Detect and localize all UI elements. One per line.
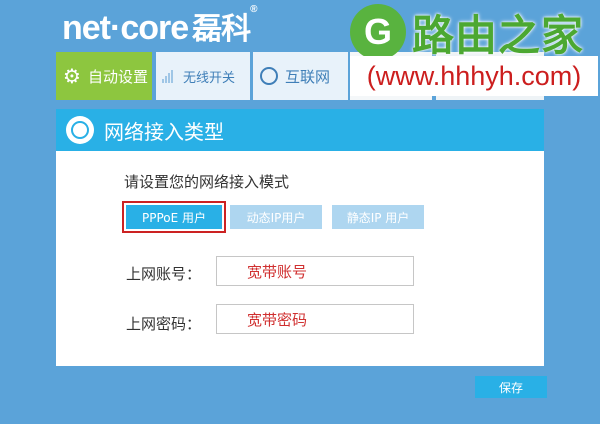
- watermark: G 路由之家 (www.hhhyh.com): [348, 0, 600, 108]
- account-value: 宽带账号: [247, 262, 308, 281]
- account-label: 上网账号：: [126, 265, 202, 283]
- pppoe-mode-button[interactable]: PPPoE 用户: [122, 201, 226, 233]
- gear-icon: ⚙: [63, 64, 81, 88]
- globe-icon: [260, 67, 278, 85]
- signal-icon: [162, 69, 178, 83]
- watermark-url: (www.hhhyh.com): [350, 56, 598, 96]
- brand-cn-name: 磊科: [192, 13, 251, 46]
- registered-mark: ®: [250, 4, 257, 15]
- brand-name: net·core: [62, 9, 189, 47]
- tab-wireless-switch[interactable]: 无线开关: [156, 52, 250, 100]
- tab-auto-setup-label: 自动设置: [88, 67, 149, 86]
- password-value: 宽带密码: [247, 310, 308, 329]
- save-button[interactable]: 保存: [475, 376, 547, 398]
- panel-title: 网络接入类型: [104, 119, 224, 144]
- static-ip-mode-button[interactable]: 静态IP 用户: [332, 205, 424, 229]
- password-input[interactable]: 宽带密码: [216, 304, 414, 334]
- watermark-logo-icon: G: [350, 4, 406, 60]
- globe-icon: [66, 116, 94, 144]
- password-label: 上网密码：: [126, 315, 202, 333]
- mode-prompt: 请设置您的网络接入模式: [124, 173, 290, 191]
- account-input[interactable]: 宽带账号: [216, 256, 414, 286]
- panel-body: 请设置您的网络接入模式 PPPoE 用户 动态IP用户 静态IP 用户 上网账号…: [56, 151, 544, 366]
- watermark-title: 路由之家: [412, 11, 585, 60]
- tab-auto-setup[interactable]: ⚙ 自动设置: [56, 52, 152, 100]
- netcore-logo: net·core 磊科®: [62, 4, 258, 48]
- tab-internet[interactable]: 互联网: [253, 52, 348, 100]
- tab-internet-label: 互联网: [285, 67, 331, 86]
- panel-header: 网络接入类型: [56, 109, 544, 151]
- dynamic-ip-mode-button[interactable]: 动态IP用户: [230, 205, 322, 229]
- tab-wireless-switch-label: 无线开关: [183, 70, 236, 86]
